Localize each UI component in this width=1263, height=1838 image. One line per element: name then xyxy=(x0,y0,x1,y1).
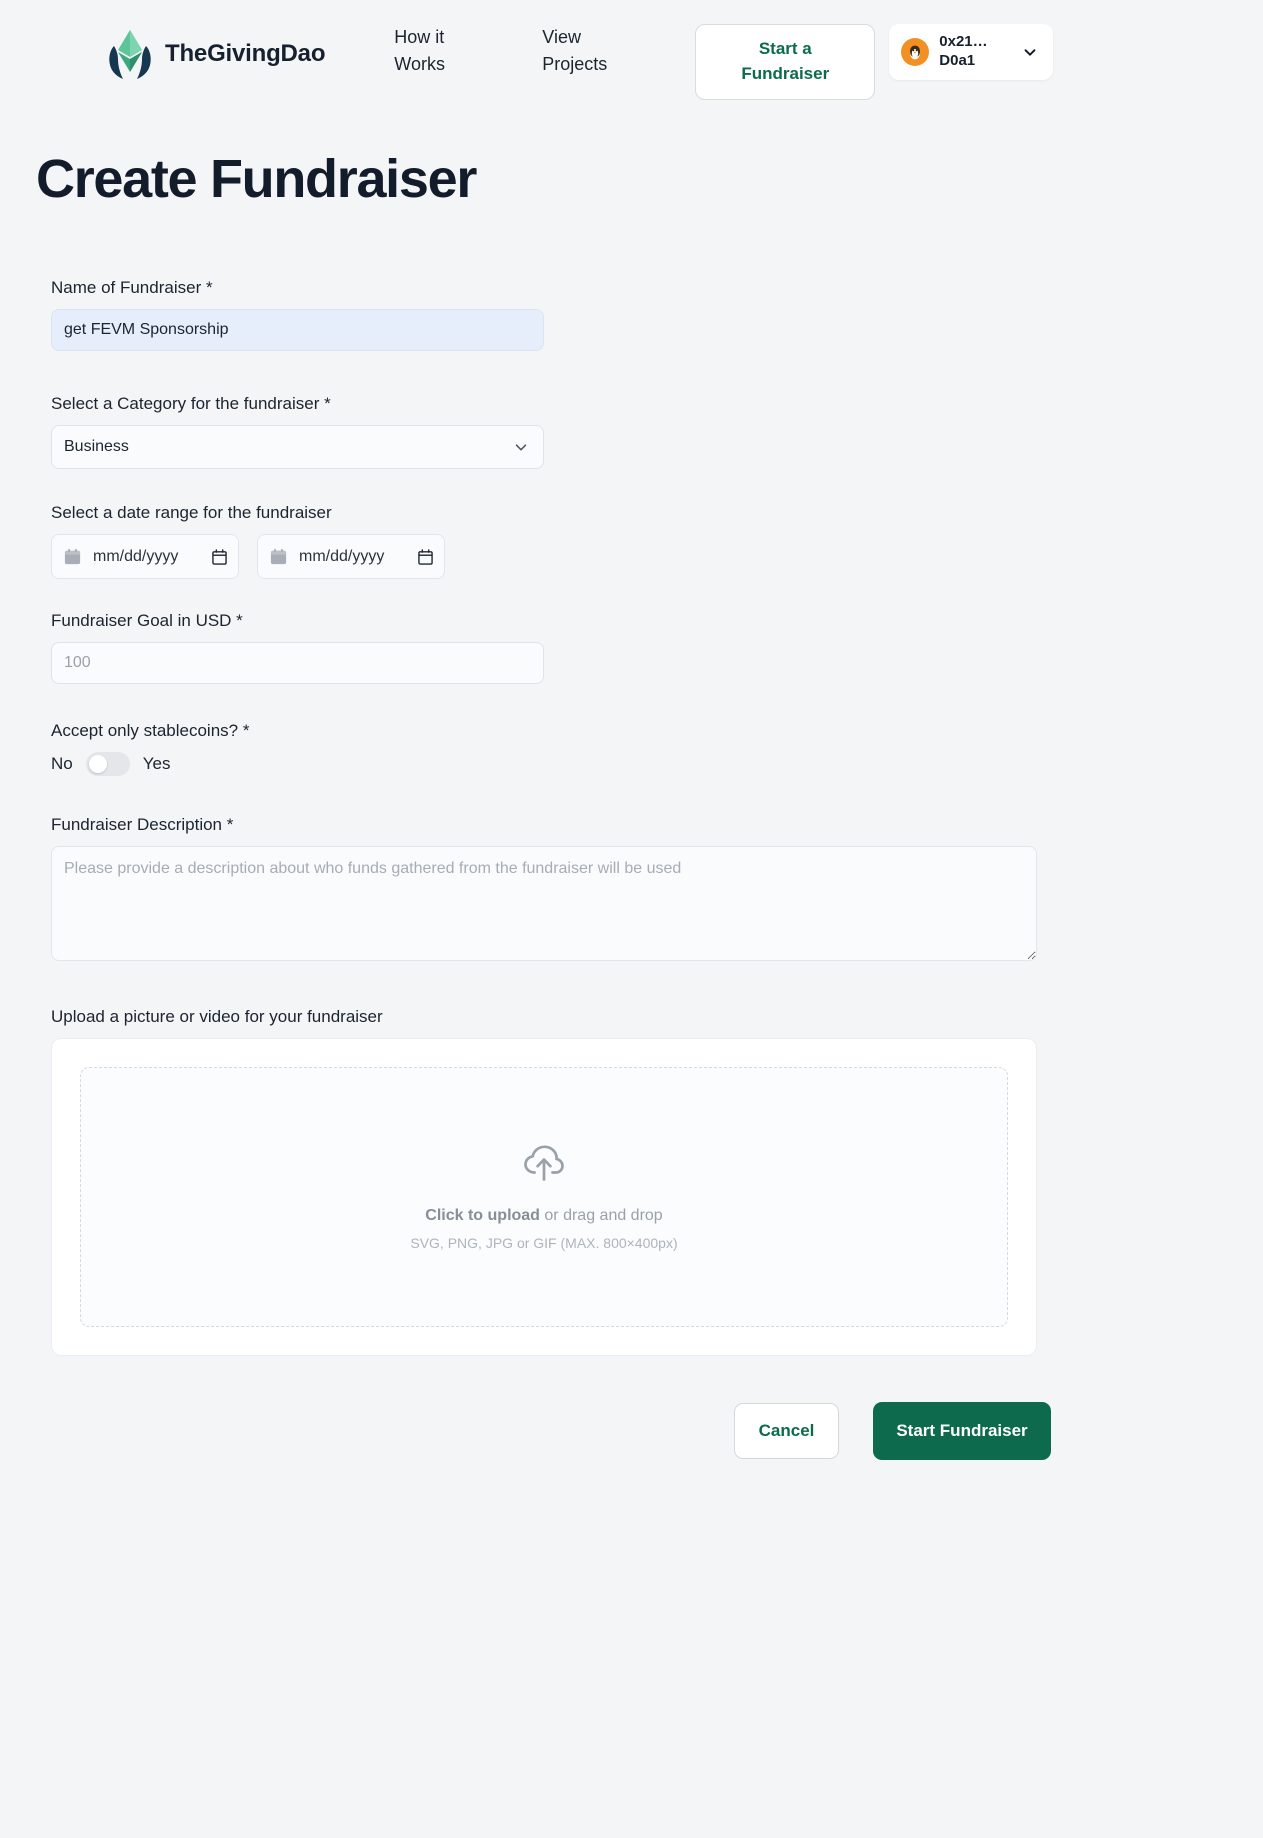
ethereum-hands-logo-icon xyxy=(109,30,151,79)
upload-primary-text: Click to upload or drag and drop xyxy=(425,1207,662,1225)
nav-item-view-projects[interactable]: View Projects xyxy=(542,24,622,78)
category-select-value: Business xyxy=(64,438,129,455)
field-date-range: Select a date range for the fundraiser m… xyxy=(51,503,1051,579)
label-upload: Upload a picture or video for your fundr… xyxy=(51,1007,383,1026)
upload-hint: SVG, PNG, JPG or GIF (MAX. 800×400px) xyxy=(410,1235,678,1251)
create-fundraiser-form: Name of Fundraiser * Select a Category f… xyxy=(51,278,1051,1356)
start-date-input[interactable]: mm/dd/yyyy xyxy=(51,534,239,579)
upload-dropzone[interactable]: Click to upload or drag and drop SVG, PN… xyxy=(80,1067,1008,1327)
calendar-icon xyxy=(270,548,287,565)
end-date-input[interactable]: mm/dd/yyyy xyxy=(257,534,445,579)
cloud-upload-icon xyxy=(524,1145,564,1181)
calendar-icon xyxy=(64,548,81,565)
wallet-button[interactable]: 0x21… D0a1 xyxy=(889,24,1054,80)
label-category: Select a Category for the fundraiser * xyxy=(51,394,331,413)
upload-card: Click to upload or drag and drop SVG, PN… xyxy=(51,1038,1037,1356)
chevron-down-icon xyxy=(1024,49,1036,56)
upload-click-to-upload: Click to upload xyxy=(425,1207,540,1224)
stablecoins-toggle[interactable] xyxy=(85,752,130,776)
label-goal: Fundraiser Goal in USD * xyxy=(51,611,243,630)
calendar-picker-icon[interactable] xyxy=(212,548,227,565)
site-header: TheGivingDao How it Works View Projects … xyxy=(0,0,1263,118)
penguin-avatar-icon xyxy=(901,38,930,66)
wallet-address-line1: 0x21… xyxy=(939,33,988,51)
fundraiser-goal-input[interactable] xyxy=(51,642,544,684)
calendar-picker-icon[interactable] xyxy=(418,548,433,565)
brand[interactable]: TheGivingDao xyxy=(107,24,325,84)
label-stablecoins: Accept only stablecoins? * xyxy=(51,721,250,740)
brand-name: TheGivingDao xyxy=(165,40,326,67)
field-description: Fundraiser Description * xyxy=(51,815,1051,961)
wallet-address: 0x21… D0a1 xyxy=(939,33,1011,71)
label-date-range: Select a date range for the fundraiser xyxy=(51,503,332,522)
fundraiser-name-input[interactable] xyxy=(51,309,544,351)
fundraiser-description-textarea[interactable] xyxy=(51,846,1037,961)
start-date-placeholder: mm/dd/yyyy xyxy=(93,547,179,565)
upload-drag-drop-text: or drag and drop xyxy=(539,1207,663,1224)
field-goal: Fundraiser Goal in USD * xyxy=(51,611,1051,684)
nav-item-how-it-works[interactable]: How it Works xyxy=(394,24,474,78)
toggle-knob xyxy=(88,755,107,773)
label-name: Name of Fundraiser * xyxy=(51,278,213,297)
field-stablecoins: Accept only stablecoins? * No Yes xyxy=(51,721,1051,776)
category-select[interactable]: Business xyxy=(51,425,544,469)
start-fundraiser-submit-button[interactable]: Start Fundraiser xyxy=(873,1402,1051,1460)
field-upload: Upload a picture or video for your fundr… xyxy=(51,1007,1051,1356)
main-nav: How it Works View Projects xyxy=(394,24,690,78)
end-date-placeholder: mm/dd/yyyy xyxy=(299,547,385,565)
page-title: Create Fundraiser xyxy=(36,149,477,209)
header-start-fundraiser-button[interactable]: Start a Fundraiser xyxy=(695,24,876,100)
field-name: Name of Fundraiser * xyxy=(51,278,1051,351)
field-category: Select a Category for the fundraiser * B… xyxy=(51,394,1051,469)
toggle-label-yes: Yes xyxy=(142,754,171,773)
wallet-address-line2: D0a1 xyxy=(939,52,976,69)
form-actions: Cancel Start Fundraiser xyxy=(51,1402,1051,1460)
label-description: Fundraiser Description * xyxy=(51,815,234,834)
cancel-button[interactable]: Cancel xyxy=(734,1403,839,1459)
toggle-label-no: No xyxy=(51,754,73,773)
